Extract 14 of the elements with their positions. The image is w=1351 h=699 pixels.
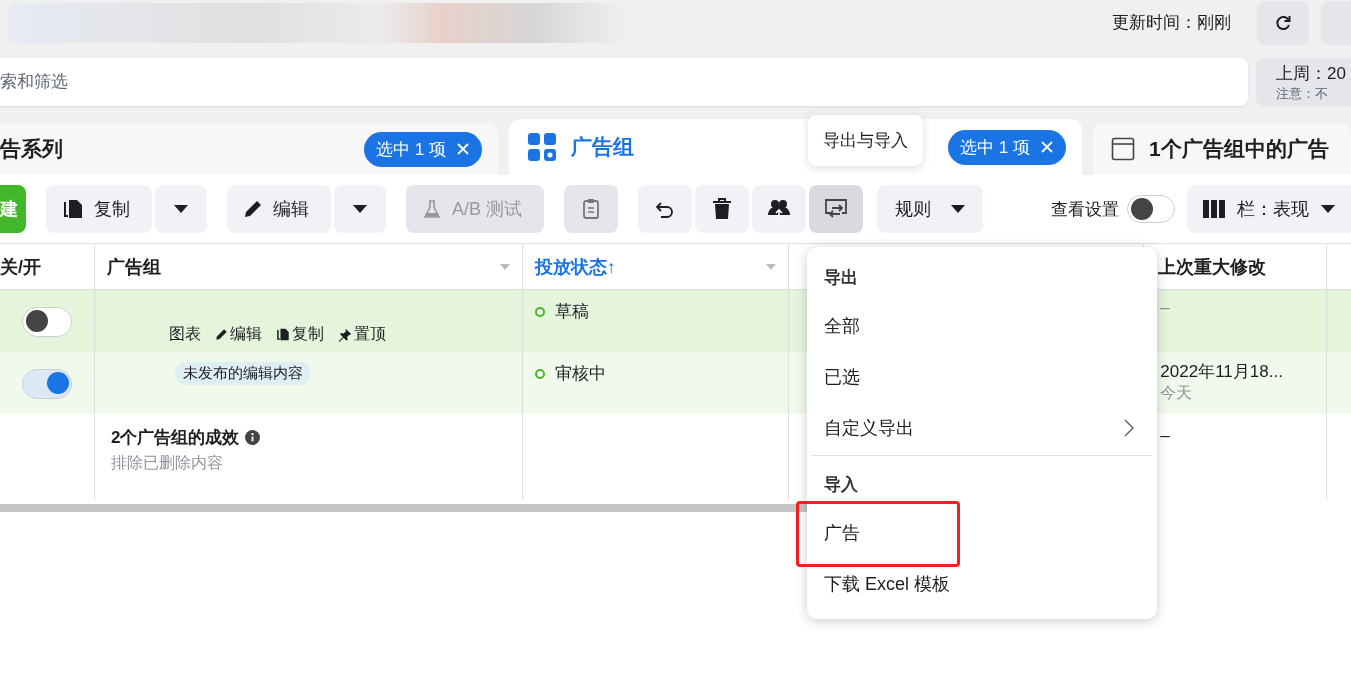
last-change-text: – (1160, 426, 1170, 446)
view-settings-label: 查看设置 (1051, 198, 1119, 221)
update-time-label: 更新时间：刚刚 (1112, 12, 1231, 34)
summary-subtitle: 排除已删除内容 (110, 453, 224, 473)
last-change-text: – (1160, 298, 1170, 318)
delivery-status: 审核中 (534, 360, 777, 385)
menu-heading: 导出 (823, 267, 859, 289)
tooltip: 导出与导入 (808, 115, 923, 166)
last-change-text: 2022年11月18... (1160, 361, 1283, 383)
summary-title: 2个广告组的成效 (110, 427, 240, 449)
last-change-note: 今天 (1160, 383, 1193, 403)
delivery-status: 草稿 (534, 298, 777, 323)
unpublished-badge: 未发布的编辑内容 (174, 362, 311, 385)
menu-heading: 导入 (823, 474, 859, 496)
